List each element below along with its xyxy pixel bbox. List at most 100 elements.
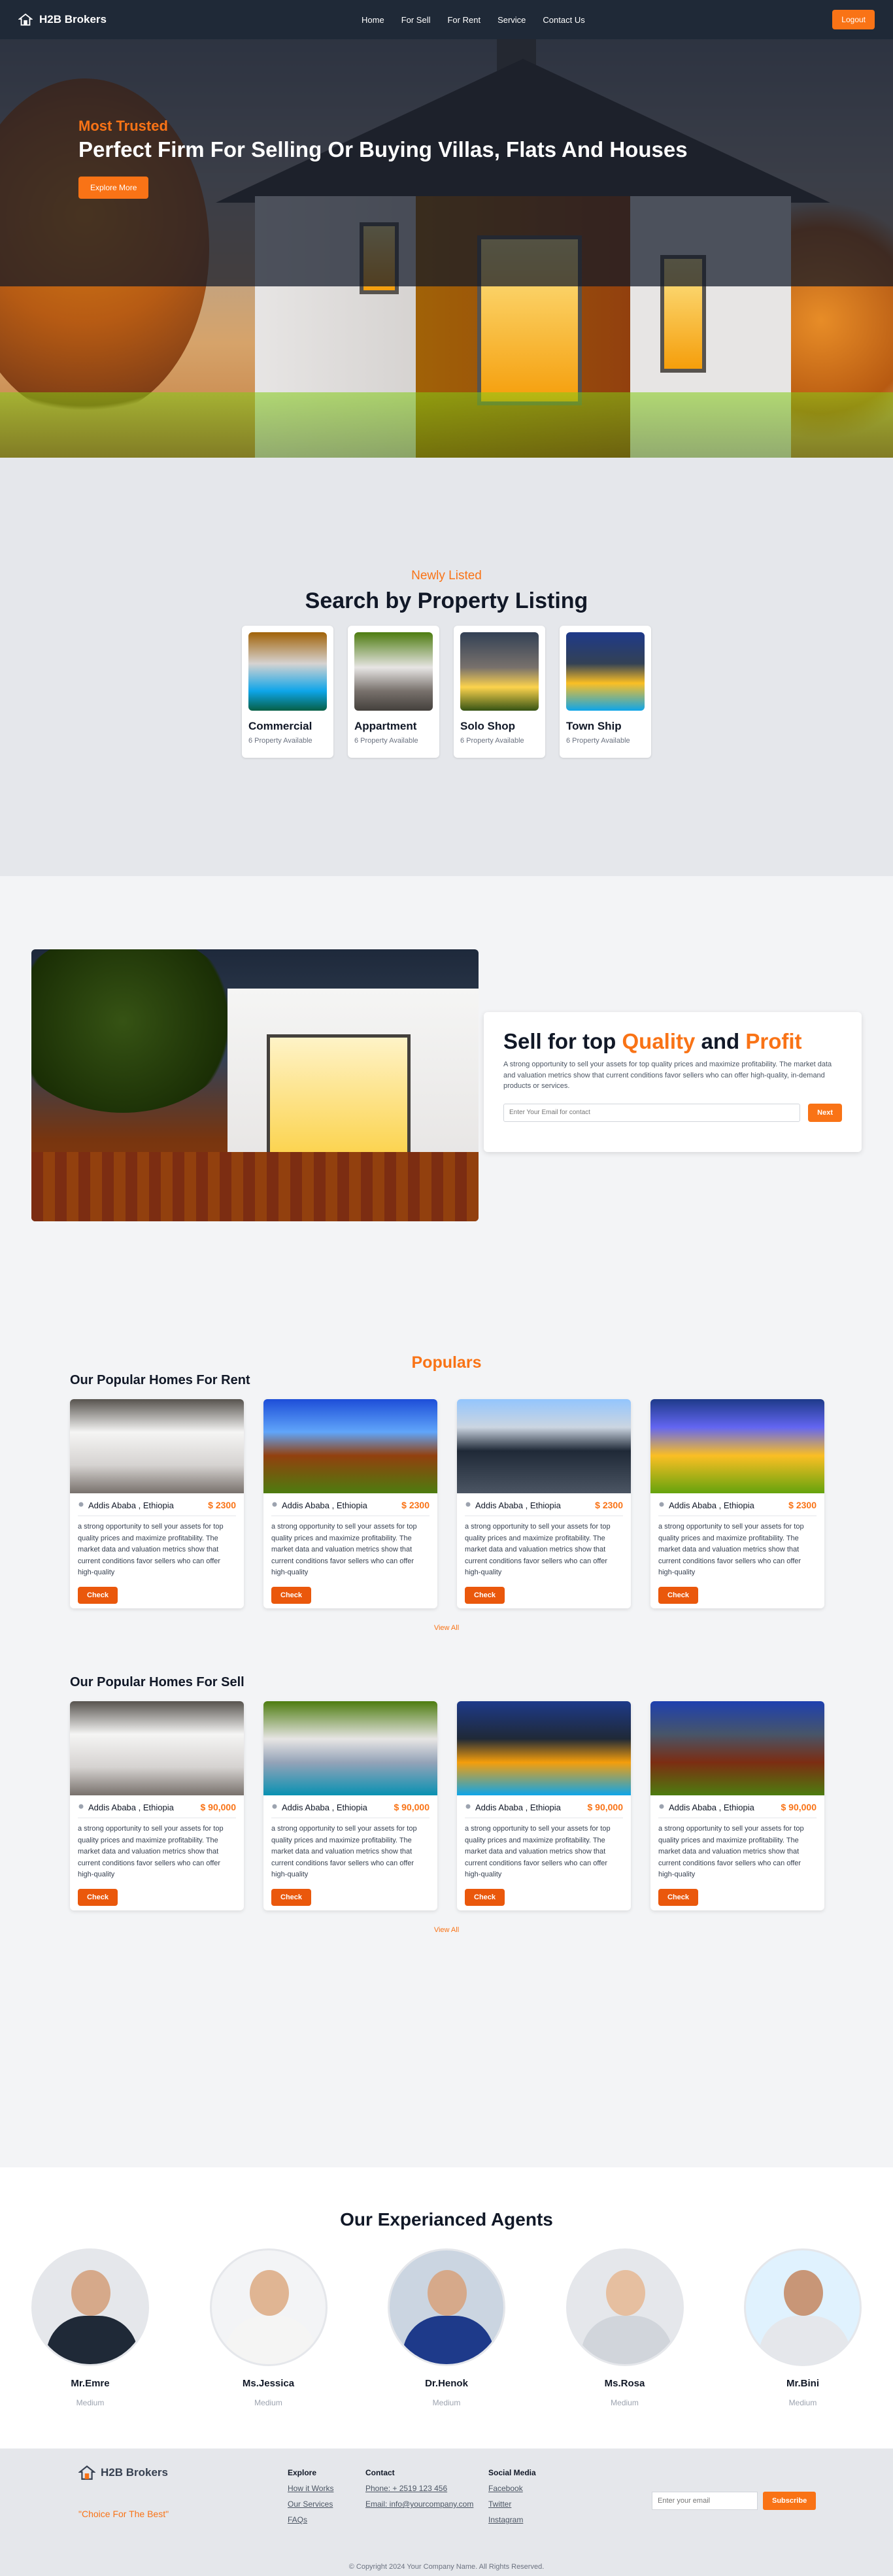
- newsletter-form: Subscribe: [652, 2492, 817, 2510]
- hero-ground: [0, 392, 893, 458]
- footer-contact-column: Contact Phone: + 2519 123 456 Email: inf…: [365, 2468, 473, 2515]
- home-photo: [650, 1399, 824, 1493]
- footer-link-faqs[interactable]: FAQs: [288, 2515, 333, 2524]
- agent-avatar: [744, 2248, 862, 2366]
- agent-avatar: [31, 2248, 149, 2366]
- home-photo: [457, 1701, 631, 1795]
- sell-home-grid: Addis Ababa , Ethiopia $ 90,000 a strong …: [70, 1701, 824, 1910]
- footer-link-our-services[interactable]: Our Services: [288, 2500, 333, 2509]
- check-button[interactable]: Check: [271, 1888, 312, 1906]
- footer-brand-name: H2B Brokers: [101, 2466, 168, 2479]
- agent-card[interactable]: Mr.Bini Medium: [744, 2248, 862, 2407]
- home-description: a strong opportunity to sell your assets…: [78, 1523, 224, 1577]
- home-location: Addis Ababa , Ethiopia: [669, 1802, 754, 1812]
- footer-logo[interactable]: H2B Brokers: [78, 2464, 168, 2481]
- category-photo: [566, 632, 645, 711]
- hero-title: Perfect Firm For Selling Or Buying Villa…: [78, 137, 688, 161]
- newsletter-email-input[interactable]: [652, 2492, 758, 2510]
- category-name: Solo Shop: [460, 720, 516, 732]
- home-location: Addis Ababa , Ethiopia: [475, 1500, 561, 1510]
- agent-list: Mr.Emre Medium Ms.Jessica Medium Dr.Heno…: [0, 2248, 893, 2407]
- agent-avatar: [565, 2248, 684, 2366]
- logout-button[interactable]: Logout: [832, 10, 875, 29]
- top-navbar: H2B Brokers Home For Sell For Rent Servi…: [0, 0, 893, 39]
- category-photo: [248, 632, 327, 711]
- agent-card[interactable]: Ms.Jessica Medium: [209, 2248, 328, 2407]
- nav-link-home[interactable]: Home: [362, 15, 384, 25]
- rent-section-title: Our Popular Homes For Rent: [70, 1373, 250, 1387]
- sell-description: A strong opportunity to sell your assets…: [503, 1060, 832, 1090]
- home-description: a strong opportunity to sell your assets…: [78, 1825, 224, 1879]
- check-button[interactable]: Check: [658, 1586, 699, 1604]
- footer-explore-column: Explore How it Works Our Services FAQs: [288, 2468, 333, 2531]
- nav-link-for-sell[interactable]: For Sell: [401, 15, 431, 25]
- location-pin-icon: [78, 1502, 84, 1507]
- brand-name: H2B Brokers: [39, 13, 107, 25]
- category-name: Commercial: [248, 720, 312, 732]
- category-card-appartment[interactable]: Appartment 6 Property Available: [348, 626, 439, 758]
- footer-link-how-it-works[interactable]: How it Works: [288, 2484, 333, 2493]
- listing-section: Newly Listed Search by Property Listing …: [0, 458, 893, 876]
- agent-level: Medium: [76, 2398, 105, 2407]
- check-button[interactable]: Check: [78, 1586, 118, 1604]
- check-button[interactable]: Check: [658, 1888, 699, 1906]
- home-card: Addis Ababa , Ethiopia $ 90,000 a strong …: [70, 1701, 244, 1910]
- hero-section: Most Trusted Perfect Firm For Selling Or…: [0, 0, 893, 458]
- location-pin-icon: [272, 1804, 277, 1809]
- category-count: 6 Property Available: [354, 737, 418, 745]
- footer-link-instagram[interactable]: Instagram: [488, 2515, 536, 2524]
- footer-link-twitter[interactable]: Twitter: [488, 2500, 536, 2509]
- view-all-sell-link[interactable]: View All: [0, 1926, 893, 1934]
- contact-email-input[interactable]: [503, 1103, 801, 1122]
- listing-title: Search by Property Listing: [305, 588, 588, 613]
- house-logo-icon: [78, 2465, 95, 2480]
- next-button[interactable]: Next: [808, 1103, 842, 1122]
- home-price: $ 2300: [401, 1500, 430, 1510]
- home-price: $ 2300: [788, 1500, 817, 1510]
- home-price: $ 90,000: [394, 1802, 430, 1812]
- view-all-rent-link[interactable]: View All: [0, 1624, 893, 1632]
- category-card-solo-shop[interactable]: Solo Shop 6 Property Available: [454, 626, 545, 758]
- home-location: Addis Ababa , Ethiopia: [282, 1802, 367, 1812]
- home-card: Addis Ababa , Ethiopia $ 90,000 a strong …: [263, 1701, 437, 1910]
- check-button[interactable]: Check: [271, 1586, 312, 1604]
- nav-link-service[interactable]: Service: [497, 15, 526, 25]
- home-photo: [263, 1399, 437, 1493]
- populars-title: Populars: [411, 1353, 482, 1372]
- check-button[interactable]: Check: [465, 1888, 505, 1906]
- copyright-text: © Copyright 2024 Your Company Name. All …: [348, 2563, 545, 2571]
- agent-card[interactable]: Ms.Rosa Medium: [565, 2248, 684, 2407]
- category-photo: [460, 632, 539, 711]
- sell-section: Sell for top Quality and Profit A strong…: [0, 876, 893, 1347]
- check-button[interactable]: Check: [78, 1888, 118, 1906]
- home-photo: [457, 1399, 631, 1493]
- footer-email-link[interactable]: Email: info@yourcompany.com: [365, 2500, 473, 2509]
- listing-kicker: Newly Listed: [411, 569, 482, 583]
- category-card-town-ship[interactable]: Town Ship 6 Property Available: [560, 626, 651, 758]
- brand-logo[interactable]: H2B Brokers: [18, 12, 107, 27]
- location-pin-icon: [659, 1804, 664, 1809]
- agent-avatar: [209, 2248, 328, 2366]
- home-photo: [263, 1701, 437, 1795]
- rent-home-grid: Addis Ababa , Ethiopia $ 2300 a strong op…: [70, 1399, 824, 1608]
- agent-card[interactable]: Mr.Emre Medium: [31, 2248, 149, 2407]
- footer-link-facebook[interactable]: Facebook: [488, 2484, 536, 2493]
- home-description: a strong opportunity to sell your assets…: [271, 1523, 417, 1577]
- home-card: Addis Ababa , Ethiopia $ 2300 a strong op…: [70, 1399, 244, 1608]
- sell-form: Next: [503, 1103, 842, 1122]
- category-photo: [354, 632, 433, 711]
- check-button[interactable]: Check: [465, 1586, 505, 1604]
- location-pin-icon: [272, 1502, 277, 1507]
- agent-level: Medium: [254, 2398, 282, 2407]
- nav-link-for-rent[interactable]: For Rent: [447, 15, 480, 25]
- hero-text: Most Trusted Perfect Firm For Selling Or…: [78, 118, 688, 199]
- category-card-commercial[interactable]: Commercial 6 Property Available: [242, 626, 333, 758]
- nav-link-contact-us[interactable]: Contact Us: [543, 15, 584, 25]
- footer-phone-link[interactable]: Phone: + 2519 123 456: [365, 2484, 473, 2493]
- home-location: Addis Ababa , Ethiopia: [669, 1500, 754, 1510]
- agent-level: Medium: [788, 2398, 817, 2407]
- subscribe-button[interactable]: Subscribe: [763, 2492, 817, 2510]
- agent-card[interactable]: Dr.Henok Medium: [388, 2248, 505, 2407]
- explore-more-button[interactable]: Explore More: [78, 177, 149, 199]
- location-pin-icon: [659, 1502, 664, 1507]
